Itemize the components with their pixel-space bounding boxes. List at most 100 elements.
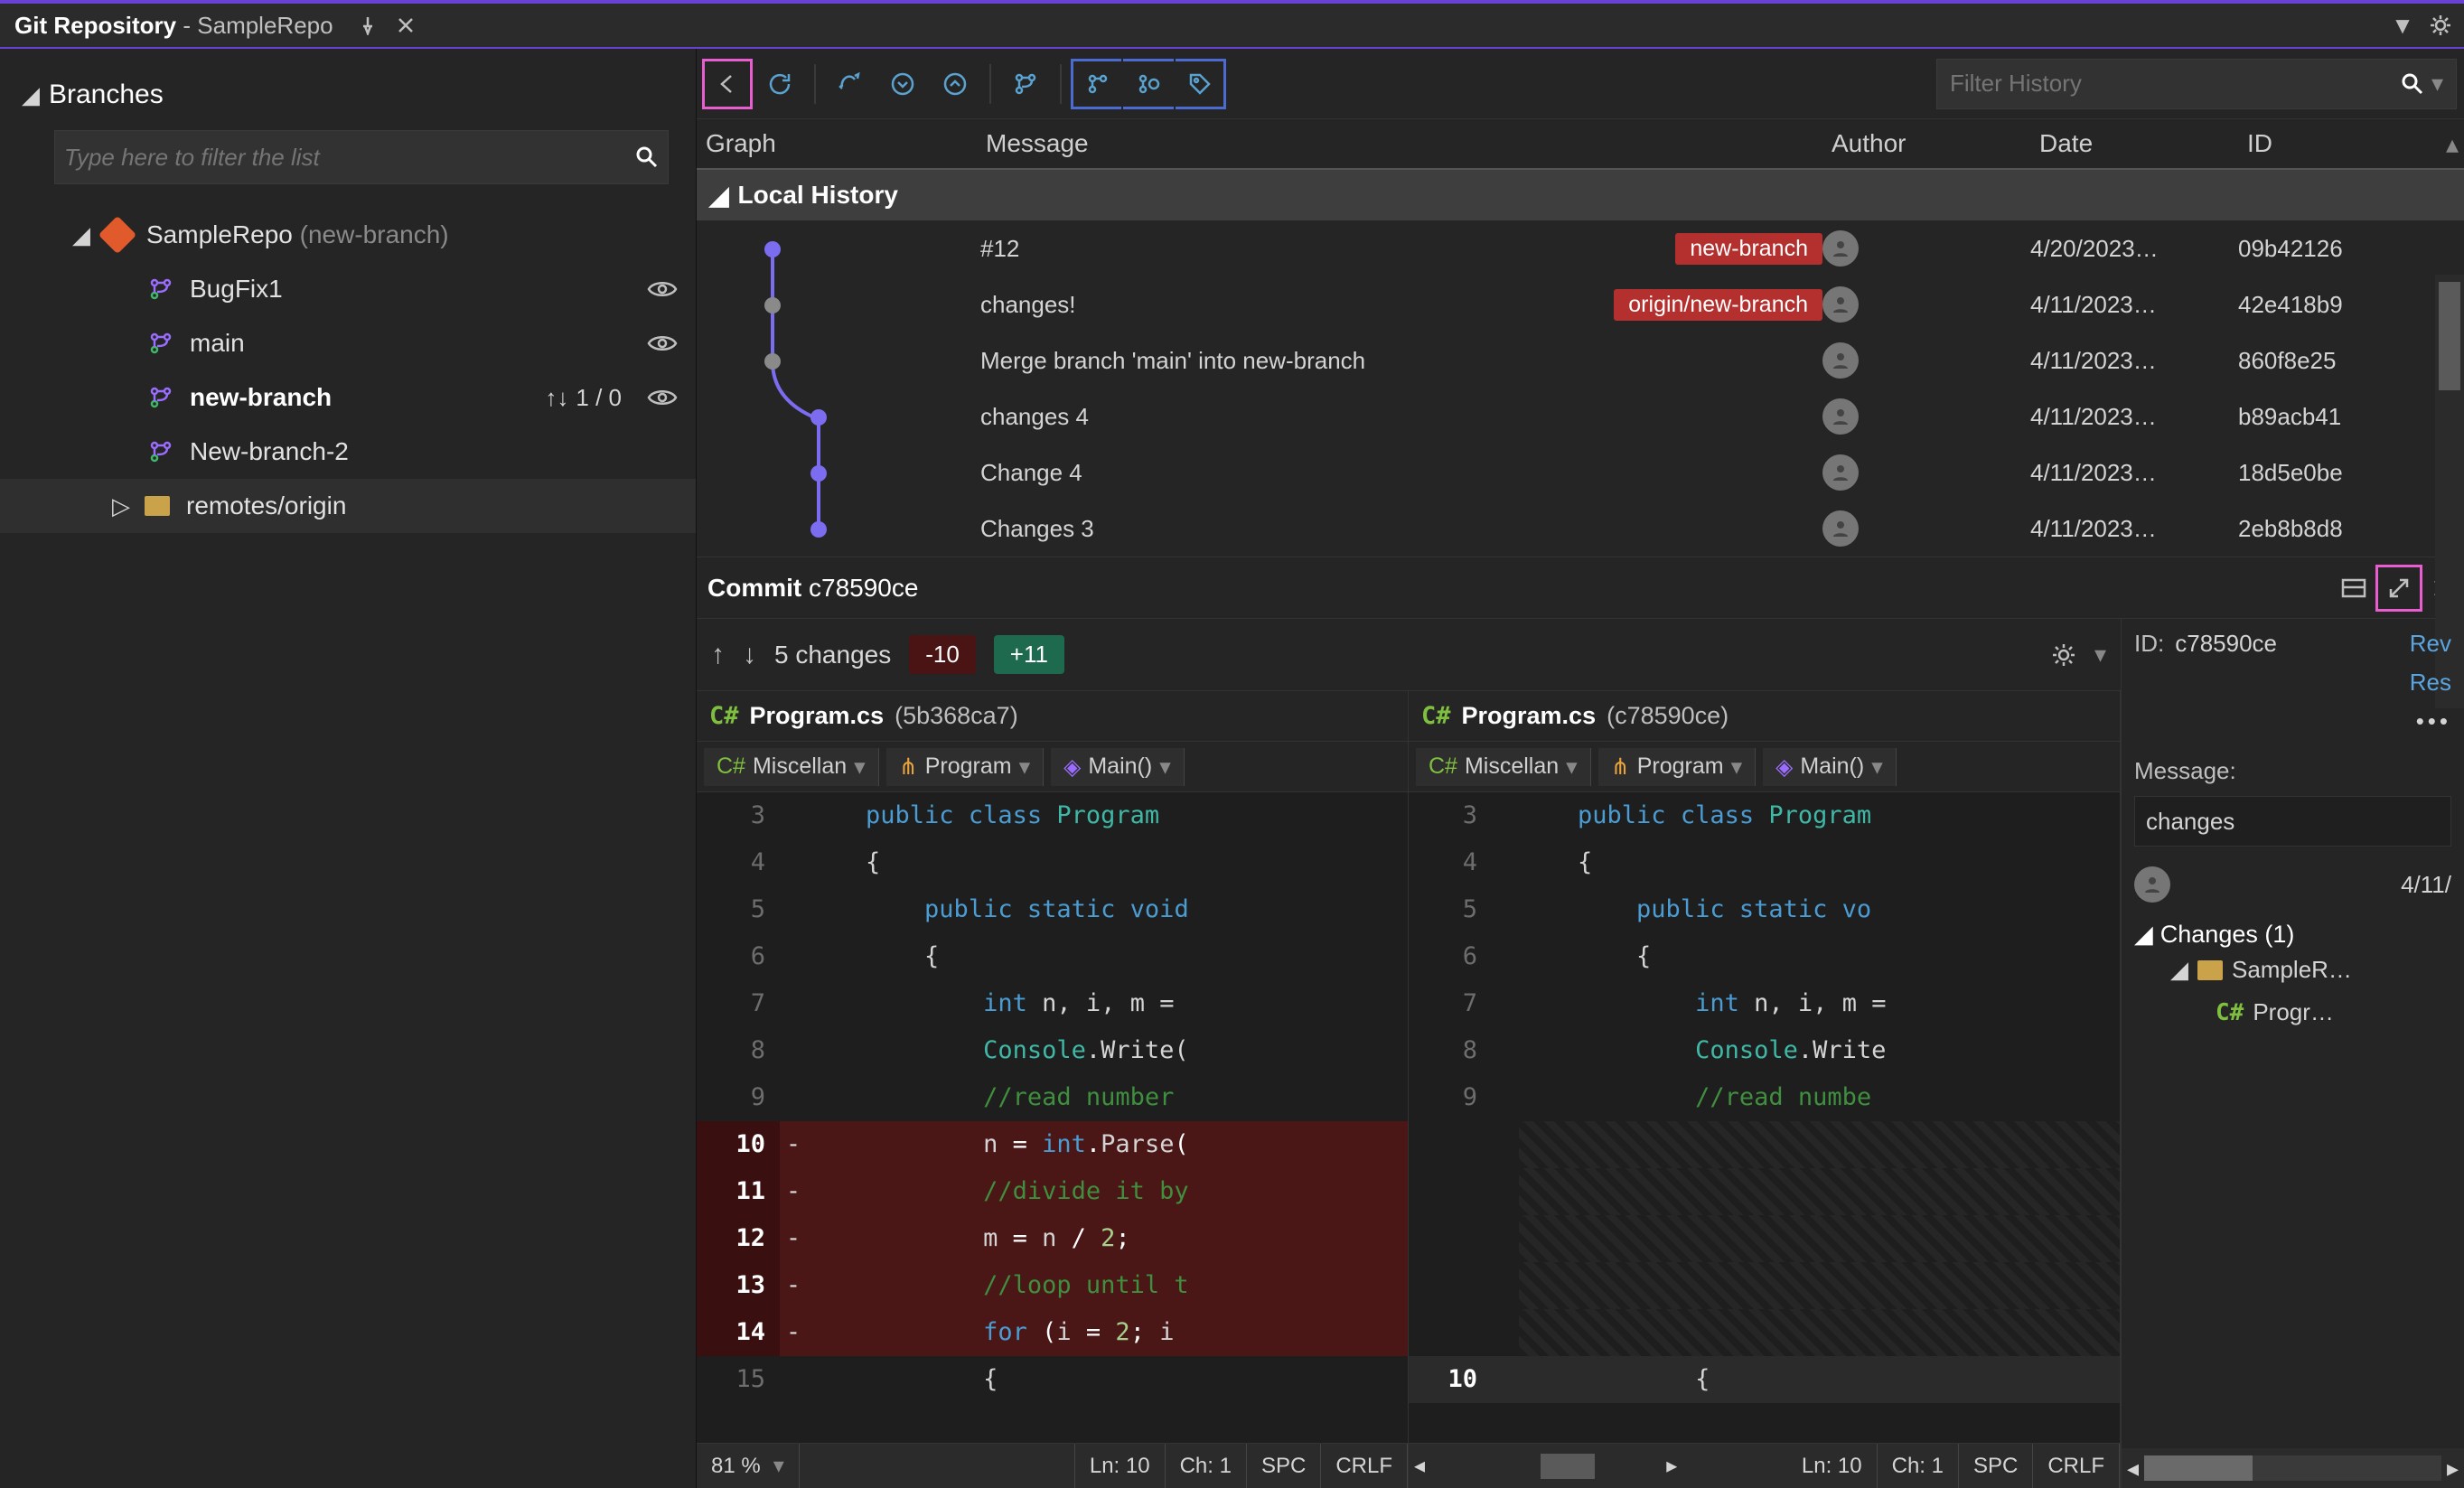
indent-cell[interactable]: SPC [1247,1444,1321,1488]
id-label: ID: [2134,630,2164,658]
crumb-class[interactable]: ⋔Program▾ [1598,748,1756,786]
branches-caret-icon[interactable]: ◢ [22,81,40,109]
commit-list: #12 new-branch 4/20/2023… 09b42126 chang… [697,220,2464,557]
commit-row[interactable]: changes! origin/new-branch 4/11/2023… 42… [697,276,2464,332]
pull-button[interactable] [877,59,928,109]
tag-button[interactable] [1176,59,1226,109]
push-button[interactable] [930,59,980,109]
remotes-node[interactable]: ▷ remotes/origin [0,479,696,533]
branch-filter[interactable] [54,130,669,184]
commit-row[interactable]: Change 4 4/11/2023… 18d5e0be [697,445,2464,501]
crumb-method[interactable]: ◈Main()▾ [1763,748,1897,786]
hscroll-track[interactable] [1541,1454,1656,1479]
zoom-cell[interactable]: 81 % ▾ [697,1444,800,1488]
csharp-icon: C# [709,702,739,730]
crumb-class[interactable]: ⋔Program▾ [886,748,1044,786]
indent-cell[interactable]: SPC [1959,1444,2033,1488]
expand-icon[interactable] [2375,565,2422,612]
commit-row[interactable]: changes 4 4/11/2023… b89acb41 [697,388,2464,445]
col-id[interactable]: ID [2238,129,2437,158]
col-cell[interactable]: Ch: 1 [1878,1444,1959,1488]
repo-node[interactable]: ◢ SampleRepo (new-branch) [0,208,696,262]
scroll-up-icon[interactable]: ▴ [2437,129,2464,159]
reset-link[interactable]: Res [2410,669,2451,697]
more-icon[interactable]: ••• [2416,707,2451,735]
branch-item-bugfix1[interactable]: BugFix1 [0,262,696,316]
col-cell[interactable]: Ch: 1 [1166,1444,1247,1488]
watch-icon[interactable] [647,332,678,354]
refresh-button[interactable] [754,59,805,109]
filter-dropdown-icon[interactable]: ▾ [2431,70,2443,98]
author-avatar-icon [1822,230,1859,267]
watch-icon[interactable] [647,278,678,300]
file-node[interactable]: C# Progr… [2134,991,2451,1034]
line-cell[interactable]: Ln: 10 [1787,1444,1878,1488]
remote-branch-badge: origin/new-branch [1614,289,1822,321]
revert-link[interactable]: Rev [2410,630,2451,658]
code-editor-left[interactable]: 3 public class Program 4 { 5 public stat… [697,792,1408,1443]
eol-cell[interactable]: CRLF [1321,1444,1408,1488]
history-toolbar: ▾ [697,49,2464,119]
diff-settings-icon[interactable] [2051,642,2076,668]
new-branch-button[interactable] [1000,59,1051,109]
branch-label: New-branch-2 [190,437,678,466]
dock-icon[interactable] [2341,578,2366,598]
settings-gear-icon[interactable] [2424,9,2457,42]
crumb-method[interactable]: ◈Main()▾ [1051,748,1185,786]
eol-cell[interactable]: CRLF [2033,1444,2120,1488]
folder-icon [2197,960,2223,980]
diff-settings-dropdown-icon[interactable]: ▾ [2094,641,2106,669]
commit-row[interactable]: Changes 3 4/11/2023… 2eb8b8d8 ▾ [697,501,2464,557]
author-avatar-icon [1822,342,1859,379]
branches-heading: Branches [49,80,164,110]
col-message[interactable]: Message [977,129,1822,158]
hscroll-left-arrow[interactable]: ◂ [2127,1455,2139,1483]
author-avatar-icon [1822,286,1859,323]
col-date[interactable]: Date [2030,129,2238,158]
branch-item-new-branch[interactable]: new-branch ↑↓1 / 0 [0,370,696,425]
branch-item-main[interactable]: main [0,316,696,370]
prev-change-button[interactable]: ↑ [711,640,725,670]
commit-date: 4/11/ [2401,871,2451,899]
local-history-section[interactable]: ◢ Local History [697,170,2464,220]
code-editor-right[interactable]: 3 public class Program 4 { 5 public stat… [1409,792,2120,1443]
title-repo: SampleRepo [197,12,333,39]
ahead-behind-indicator: ↑↓1 / 0 [545,384,622,412]
branch-filter-input[interactable] [64,144,635,172]
meta-hscroll[interactable]: ◂ ▸ [2122,1448,2464,1488]
pin-icon[interactable] [351,9,384,42]
changes-tree-header[interactable]: ◢ Changes (1) [2134,921,2451,949]
col-author[interactable]: Author [1822,129,2030,158]
file-rev: (5b368ca7) [895,702,1018,730]
minimize-dropdown-icon[interactable]: ▼ [2386,9,2419,42]
folder-node[interactable]: ◢ SampleR… [2134,949,2451,991]
remotes-label: remotes/origin [186,491,678,520]
watch-icon[interactable] [647,387,678,408]
history-filter-input[interactable] [1950,70,2401,98]
branch-label: main [190,329,638,358]
hscroll-right-arrow[interactable]: ▸ [2447,1455,2459,1483]
crumb-project[interactable]: C#Miscellan▾ [1416,748,1591,786]
branch-badge: new-branch [1675,233,1822,265]
hscroll-right-arrow[interactable]: ▸ [1661,1453,1787,1479]
back-button[interactable] [702,59,753,109]
history-filter[interactable]: ▾ [1936,59,2457,109]
close-panel-icon[interactable] [389,9,422,42]
search-icon[interactable] [635,145,659,169]
overview-cell[interactable] [800,1444,1075,1488]
commit-graph-local-button[interactable] [1071,59,1121,109]
commit-graph-remote-button[interactable] [1123,59,1174,109]
next-change-button[interactable]: ↓ [743,640,756,670]
branch-icon [145,327,177,360]
commit-row[interactable]: Merge branch 'main' into new-branch 4/11… [697,332,2464,388]
commit-metadata-panel: ID: c78590ce Rev Res ••• Message: [2121,619,2464,1488]
search-icon[interactable] [2401,72,2424,96]
line-cell[interactable]: Ln: 10 [1075,1444,1166,1488]
commit-message-input[interactable] [2134,796,2451,847]
crumb-project[interactable]: C#Miscellan▾ [704,748,879,786]
branch-item-new-branch-2[interactable]: New-branch-2 [0,425,696,479]
commit-row[interactable]: #12 new-branch 4/20/2023… 09b42126 [697,220,2464,276]
fetch-button[interactable] [825,59,876,109]
hscroll-left-arrow[interactable]: ◂ [1409,1453,1535,1479]
col-graph[interactable]: Graph [697,129,977,158]
